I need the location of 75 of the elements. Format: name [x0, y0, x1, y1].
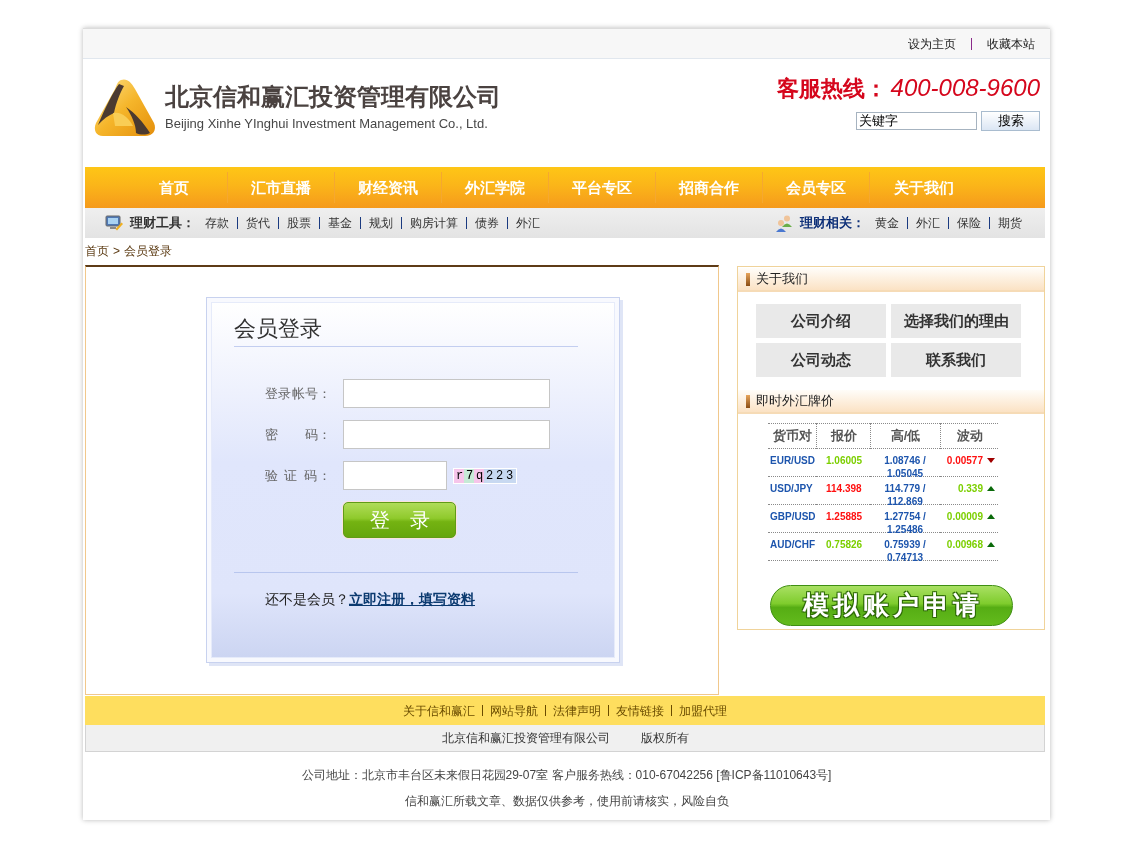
change: 0.00577 [946, 454, 983, 467]
field-label: 登录帐号： [265, 384, 331, 403]
tools-link[interactable]: 基金 [320, 215, 360, 231]
captcha-field[interactable] [343, 461, 447, 490]
related-title: 理财相关： [800, 214, 865, 232]
footer-link[interactable]: 友情链接 [609, 702, 671, 719]
currency-pair: USD/JPY [769, 482, 814, 495]
footer-link[interactable]: 网站导航 [483, 702, 545, 719]
column-header: 货币对 [768, 423, 816, 449]
monitor-icon [105, 215, 123, 231]
breadcrumb-current: 会员登录 [124, 243, 172, 260]
company-name-english: Beijing Xinhe YInghui Investment Management Co., Ltd. [165, 116, 489, 132]
top-link[interactable]: 设为主页 [893, 35, 971, 52]
price: 1.25885 [825, 510, 864, 523]
hotline-label: 客服热线： [776, 75, 887, 103]
title-marker-icon [746, 394, 750, 408]
password-field[interactable] [343, 420, 550, 449]
hotline-number: 400-008-9600 [890, 73, 1040, 103]
high-low: 1.27754 / 1.25486 [883, 510, 927, 536]
currency-pair: AUD/CHF [769, 538, 816, 551]
field-label: 验 证 码： [265, 466, 331, 485]
footer-link[interactable]: 加盟代理 [672, 702, 734, 719]
column-header: 波动 [940, 423, 998, 449]
change: 0.00968 [946, 538, 983, 551]
column-header: 报价 [816, 423, 870, 449]
price: 0.75826 [825, 538, 864, 551]
change: 0.00009 [946, 510, 983, 523]
about-button[interactable]: 联系我们 [891, 343, 1021, 377]
tools-link[interactable]: 货代 [238, 215, 278, 231]
tools-link[interactable]: 存款 [197, 215, 237, 231]
column-header: 高/低 [870, 423, 940, 449]
breadcrumb-separator: > [113, 243, 120, 260]
tools-link[interactable]: 债券 [467, 215, 507, 231]
disclaimer-text: 信和赢汇所载文章、数据仅供参考，使用前请核实，风险自负 [404, 794, 729, 808]
tools-link[interactable]: 股票 [279, 215, 319, 231]
about-button[interactable]: 选择我们的理由 [891, 304, 1021, 338]
triangle-logo-icon [93, 78, 157, 138]
tools-link[interactable]: 规划 [361, 215, 401, 231]
footer-link[interactable]: 关于信和赢汇 [396, 702, 482, 719]
about-button[interactable]: 公司介绍 [756, 304, 886, 338]
breadcrumb-link[interactable]: 首页 [85, 243, 109, 265]
related-link[interactable]: 黄金 [867, 215, 907, 231]
search-button[interactable]: 搜索 [981, 111, 1040, 131]
related-link[interactable]: 保险 [949, 215, 989, 231]
tools-link[interactable]: 购房计算 [402, 215, 466, 231]
copyright-text: 版权所有 [640, 729, 689, 747]
footer-company-name: 北京信和赢汇投资管理有限公司 [441, 729, 610, 747]
people-icon [775, 214, 793, 232]
title-marker-icon [746, 272, 750, 286]
related-link[interactable]: 期货 [990, 215, 1022, 231]
account-field[interactable] [343, 379, 550, 408]
company-name: 北京信和赢汇投资管理有限公司 [165, 83, 501, 111]
search-field[interactable]: 关键字 [856, 112, 977, 130]
top-link[interactable]: 收藏本站 [972, 35, 1035, 52]
price: 114.398 [825, 482, 863, 495]
address-text: 公司地址：北京市丰台区未来假日花园29-07室 客户服务热线：010-67042256 [鲁ICP备11010643号] [301, 768, 832, 782]
field-label: 密 码： [265, 425, 331, 444]
high-low: 1.08746 / 1.05045 [883, 454, 927, 480]
section-title: 即时外汇牌价 [756, 392, 834, 410]
tools-title: 理财工具： [130, 214, 195, 232]
high-low: 114.779 / 112.869 [883, 482, 927, 508]
register-prompt: 还不是会员？ [265, 591, 349, 607]
currency-pair: GBP/USD [769, 510, 816, 523]
login-title: 会员登录 [234, 316, 578, 347]
footer-link[interactable]: 法律声明 [546, 702, 608, 719]
high-low: 0.75939 / 0.74713 [883, 538, 927, 564]
section-title: 关于我们 [756, 270, 808, 288]
change: 0.339 [957, 482, 983, 495]
price: 1.06005 [825, 454, 864, 467]
about-button[interactable]: 公司动态 [756, 343, 886, 377]
tools-link[interactable]: 外汇 [508, 215, 540, 231]
captcha-image: r7q223 [453, 467, 517, 484]
register-link[interactable]: 立即注册，填写资料 [349, 591, 475, 607]
related-link[interactable]: 外汇 [908, 215, 948, 231]
currency-pair: EUR/USD [769, 454, 816, 467]
